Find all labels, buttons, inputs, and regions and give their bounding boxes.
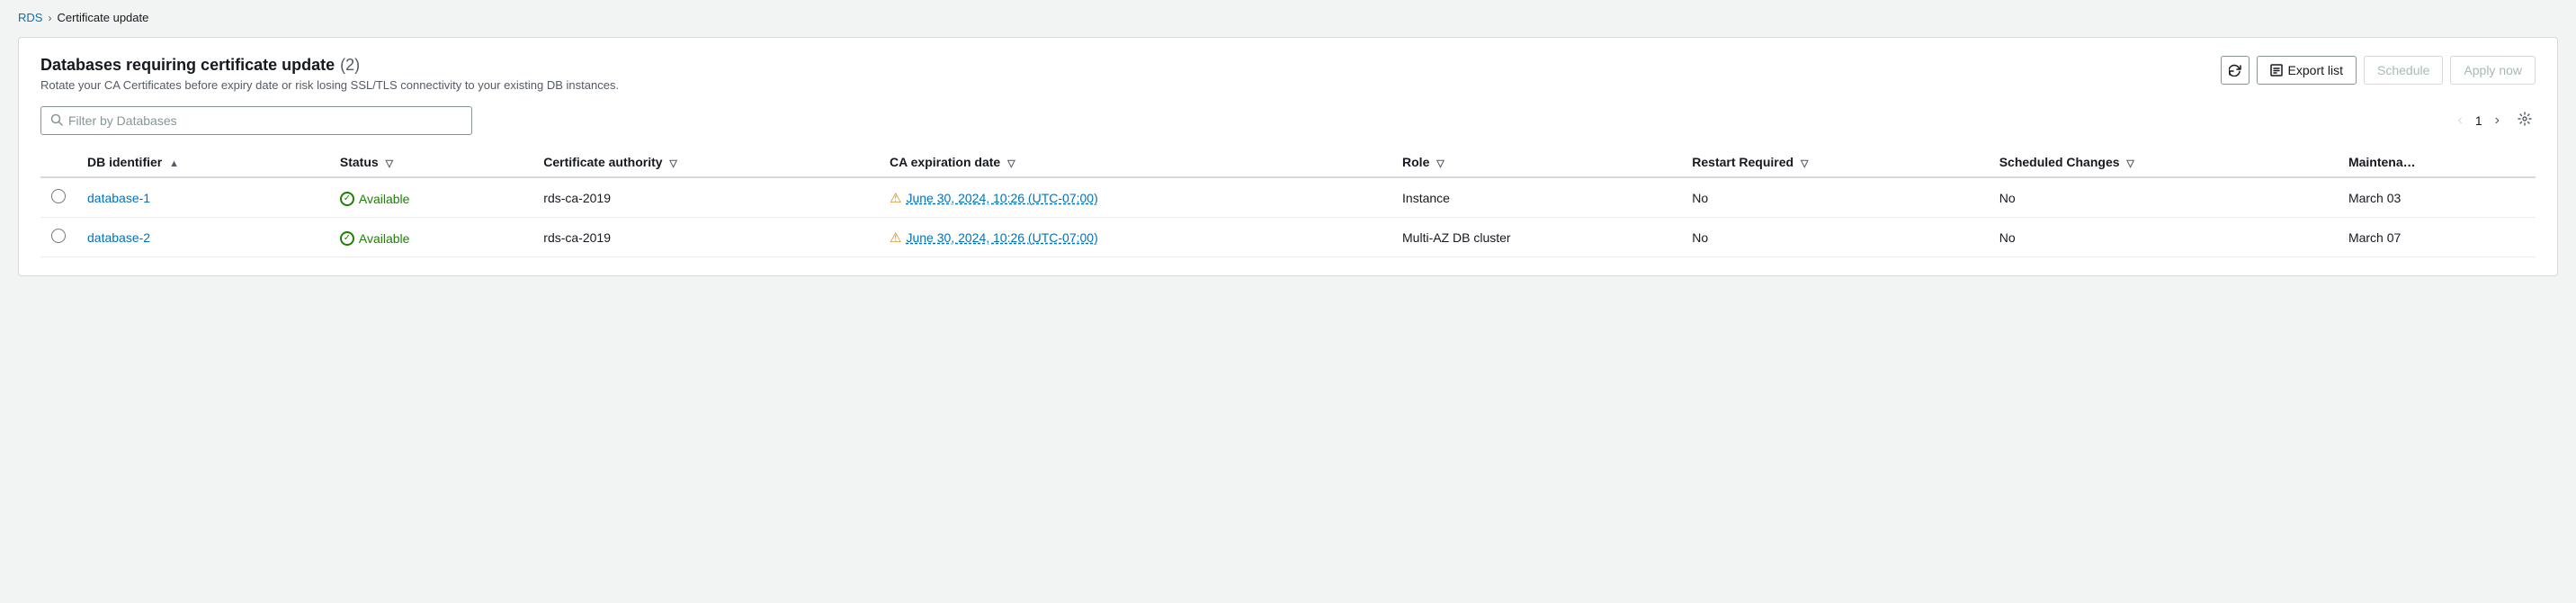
- header-row: Databases requiring certificate update (…: [40, 56, 2536, 92]
- prev-page-button[interactable]: ‹: [2453, 110, 2468, 131]
- sort-icon-scheduled-changes: ▽: [2126, 158, 2133, 169]
- row-role: Multi-AZ DB cluster: [1391, 218, 1681, 257]
- table-row: database-1 ✓ Available rds-ca-2019 ⚠ Jun…: [40, 177, 2536, 218]
- row-maintenance: March 07: [2338, 218, 2536, 257]
- schedule-button[interactable]: Schedule: [2364, 56, 2443, 85]
- warning-icon: ⚠: [890, 190, 901, 206]
- status-badge: ✓ Available: [340, 231, 410, 246]
- table-header-row: DB identifier ▲ Status ▽ Certificate aut…: [40, 148, 2536, 177]
- col-select: [40, 148, 76, 177]
- status-badge: ✓ Available: [340, 192, 410, 206]
- row-status: ✓ Available: [329, 177, 532, 218]
- db-link-database-1[interactable]: database-1: [87, 191, 150, 205]
- pagination-row: ‹ 1 ›: [2453, 108, 2536, 134]
- header-count: (2): [340, 56, 360, 75]
- header-actions: Export list Schedule Apply now: [2221, 56, 2536, 85]
- row-ca-expiration: ⚠ June 30, 2024, 10:26 (UTC-07:00): [879, 177, 1391, 218]
- row-ca-expiration: ⚠ June 30, 2024, 10:26 (UTC-07:00): [879, 218, 1391, 257]
- sort-icon-role: ▽: [1436, 158, 1444, 169]
- header-subtitle: Rotate your CA Certificates before expir…: [40, 78, 619, 92]
- search-row: ‹ 1 ›: [40, 106, 2536, 135]
- col-ca-expiration[interactable]: CA expiration date ▽: [879, 148, 1391, 177]
- sort-icon-db-identifier: ▲: [169, 158, 179, 169]
- prev-icon: ‹: [2458, 112, 2463, 128]
- warning-date: ⚠ June 30, 2024, 10:26 (UTC-07:00): [890, 230, 1098, 246]
- row-db-identifier: database-1: [76, 177, 329, 218]
- db-link-database-2[interactable]: database-2: [87, 230, 150, 245]
- row-radio-1[interactable]: [51, 229, 66, 243]
- row-restart-required: No: [1681, 218, 1988, 257]
- col-status[interactable]: Status ▽: [329, 148, 532, 177]
- sort-icon-status: ▽: [386, 158, 393, 169]
- header-left: Databases requiring certificate update (…: [40, 56, 619, 92]
- expiration-date-link[interactable]: June 30, 2024, 10:26 (UTC-07:00): [906, 230, 1097, 245]
- col-restart-required[interactable]: Restart Required ▽: [1681, 148, 1988, 177]
- next-icon: ›: [2495, 112, 2500, 128]
- search-input[interactable]: [68, 113, 462, 128]
- row-maintenance: March 03: [2338, 177, 2536, 218]
- status-check-icon: ✓: [340, 231, 354, 246]
- table-settings-button[interactable]: [2514, 108, 2536, 134]
- export-list-label: Export list: [2288, 63, 2343, 77]
- sort-icon-cert-authority: ▽: [669, 158, 676, 169]
- breadcrumb-separator: ›: [48, 12, 51, 24]
- row-cert-authority: rds-ca-2019: [532, 218, 879, 257]
- sort-icon-restart-required: ▽: [1801, 158, 1808, 169]
- next-page-button[interactable]: ›: [2490, 110, 2505, 131]
- header-title: Databases requiring certificate update (…: [40, 56, 619, 75]
- apply-now-label: Apply now: [2464, 63, 2522, 77]
- row-select-cell[interactable]: [40, 218, 76, 257]
- breadcrumb-rds-link[interactable]: RDS: [18, 11, 42, 24]
- breadcrumb: RDS › Certificate update: [18, 11, 2558, 24]
- row-select-cell[interactable]: [40, 177, 76, 218]
- breadcrumb-current: Certificate update: [57, 11, 148, 24]
- row-restart-required: No: [1681, 177, 1988, 218]
- search-container: [40, 106, 472, 135]
- sort-icon-ca-expiration: ▽: [1007, 158, 1015, 169]
- search-icon: [50, 113, 63, 129]
- row-scheduled-changes: No: [1989, 177, 2338, 218]
- status-check-icon: ✓: [340, 192, 354, 206]
- col-db-identifier[interactable]: DB identifier ▲: [76, 148, 329, 177]
- current-page: 1: [2472, 113, 2486, 128]
- row-scheduled-changes: No: [1989, 218, 2338, 257]
- expiration-date-link[interactable]: June 30, 2024, 10:26 (UTC-07:00): [906, 191, 1097, 205]
- col-maintenance[interactable]: Maintena…: [2338, 148, 2536, 177]
- status-text: Available: [359, 231, 410, 246]
- status-text: Available: [359, 192, 410, 206]
- refresh-button[interactable]: [2221, 56, 2250, 85]
- warning-date: ⚠ June 30, 2024, 10:26 (UTC-07:00): [890, 190, 1098, 206]
- row-cert-authority: rds-ca-2019: [532, 177, 879, 218]
- row-status: ✓ Available: [329, 218, 532, 257]
- row-role: Instance: [1391, 177, 1681, 218]
- main-panel: Databases requiring certificate update (…: [18, 37, 2558, 276]
- warning-icon: ⚠: [890, 230, 901, 246]
- schedule-label: Schedule: [2377, 63, 2429, 77]
- col-cert-authority[interactable]: Certificate authority ▽: [532, 148, 879, 177]
- col-scheduled-changes[interactable]: Scheduled Changes ▽: [1989, 148, 2338, 177]
- row-db-identifier: database-2: [76, 218, 329, 257]
- table-row: database-2 ✓ Available rds-ca-2019 ⚠ Jun…: [40, 218, 2536, 257]
- export-list-button[interactable]: Export list: [2257, 56, 2357, 85]
- apply-now-button[interactable]: Apply now: [2450, 56, 2536, 85]
- header-title-text: Databases requiring certificate update: [40, 56, 335, 75]
- row-radio-0[interactable]: [51, 189, 66, 203]
- databases-table: DB identifier ▲ Status ▽ Certificate aut…: [40, 148, 2536, 257]
- col-role[interactable]: Role ▽: [1391, 148, 1681, 177]
